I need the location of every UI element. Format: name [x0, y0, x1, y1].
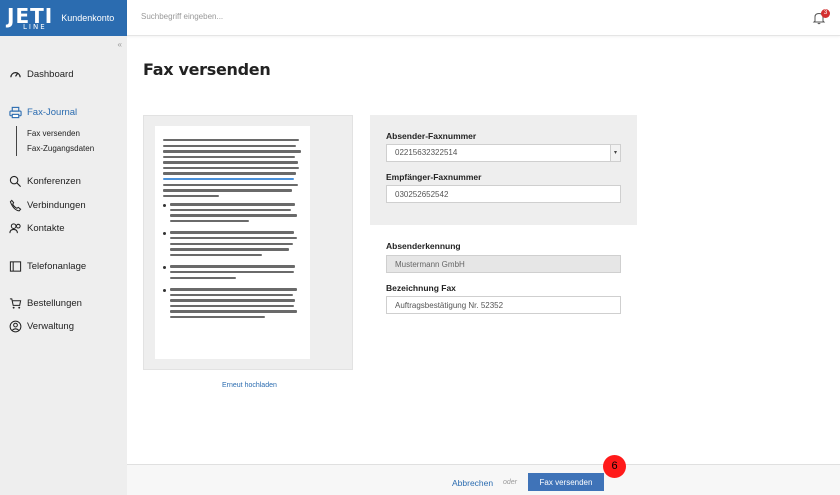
bullet-dot-icon [163, 232, 166, 236]
chevron-down-icon[interactable]: ▾ [610, 145, 620, 161]
document-text-line [163, 166, 300, 170]
sender-id-label: Absenderkennung [386, 241, 461, 251]
bullet-dot-icon [163, 266, 166, 270]
nav-item-orders[interactable]: Bestellungen [8, 296, 82, 310]
admin-user-icon [8, 319, 22, 333]
document-text-line [163, 161, 298, 164]
document-text-line [170, 299, 296, 302]
collapse-sidebar-icon[interactable]: « [118, 40, 122, 49]
document-text-line [170, 310, 297, 313]
page-title: Fax versenden [143, 60, 271, 79]
document-bullet [163, 265, 302, 282]
document-text-line [163, 194, 219, 198]
step-marker: 6 [603, 455, 626, 478]
shopping-cart-icon [8, 296, 22, 310]
nav-item-label: Konferenzen [27, 175, 81, 187]
fax-preview-panel [143, 115, 353, 370]
notification-badge: 3 [821, 9, 830, 18]
sidebar: JETI LINE Kundenkonto « Dashboard Fax-Jo… [0, 0, 127, 495]
document-text-line [170, 276, 236, 279]
sender-fax-select[interactable]: 02215632322514 ▾ [386, 144, 621, 162]
brand-bar: JETI LINE Kundenkonto [0, 0, 127, 36]
bullet-dot-icon [163, 289, 166, 293]
document-text-line [163, 172, 297, 175]
cancel-link[interactable]: Abbrechen [452, 478, 493, 488]
fax-name-label: Bezeichnung Fax [386, 283, 456, 293]
top-bar: 3 [127, 0, 840, 36]
document-text-line [170, 316, 266, 319]
fax-printer-icon [8, 105, 22, 119]
document-text-line [163, 144, 297, 147]
dashboard-gauge-icon [8, 67, 22, 81]
account-label: Kundenkonto [61, 13, 115, 23]
document-text-line [170, 248, 289, 251]
fax-document-thumbnail [155, 126, 310, 359]
document-text-line [163, 139, 300, 142]
sender-fax-label: Absender-Faxnummer [386, 131, 477, 141]
document-text-line [170, 288, 297, 291]
nav-item-label: Telefonanlage [27, 260, 87, 272]
document-bullet [163, 203, 302, 225]
document-header [163, 130, 302, 134]
recipient-fax-label: Empfänger-Faxnummer [386, 172, 482, 182]
document-text-line [170, 208, 292, 212]
nav-item-dashboard[interactable]: Dashboard [8, 67, 73, 81]
document-bullet [163, 231, 302, 259]
phone-system-icon [8, 259, 22, 273]
document-text-line [170, 219, 250, 223]
document-bullet [163, 288, 302, 321]
document-text-line [170, 214, 297, 217]
document-text-line [170, 304, 295, 308]
fax-name-input[interactable] [386, 296, 621, 314]
contacts-users-icon [8, 221, 22, 235]
document-text-line [170, 231, 295, 234]
nav-item-label: Verwaltung [27, 320, 75, 332]
jetiline-logo[interactable]: JETI LINE [7, 6, 53, 31]
nav-item-label: Fax-Journal [27, 106, 78, 118]
document-text-line [170, 270, 295, 274]
document-text-line [163, 183, 298, 187]
sender-id-input [386, 255, 621, 273]
nav-item-admin[interactable]: Verwaltung [8, 319, 74, 333]
action-footer: Abbrechen oder Fax versenden [127, 464, 840, 495]
sidebar-item-fax-send[interactable]: Fax versenden [27, 126, 94, 141]
nav-item-label: Bestellungen [27, 297, 82, 309]
nav-item-connections[interactable]: Verbindungen [8, 198, 86, 212]
document-text-line [163, 178, 294, 181]
nav-item-contacts[interactable]: Kontakte [8, 221, 65, 235]
document-text-line [170, 253, 263, 257]
document-text-line [163, 189, 293, 192]
document-text-line [170, 237, 297, 240]
document-text-line [170, 293, 293, 297]
send-fax-button[interactable]: Fax versenden [528, 473, 604, 491]
sender-fax-value: 02215632322514 [395, 148, 458, 157]
or-separator: oder [503, 479, 518, 486]
nav-item-fax-journal[interactable]: Fax-Journal [8, 105, 77, 119]
nav-item-phone-system[interactable]: Telefonanlage [8, 259, 86, 273]
document-text-line [170, 203, 296, 206]
reupload-link[interactable]: Erneut hochladen [222, 382, 277, 389]
fax-journal-submenu: Fax versenden Fax-Zugangsdaten [16, 126, 94, 156]
bullet-dot-icon [163, 204, 166, 208]
document-text-line [163, 155, 296, 159]
recipient-fax-input[interactable] [386, 185, 621, 203]
nav-item-conferences[interactable]: Konferenzen [8, 174, 81, 188]
document-text-line [170, 265, 296, 268]
sidebar-item-fax-access[interactable]: Fax-Zugangsdaten [27, 141, 94, 156]
nav-item-label: Verbindungen [27, 199, 86, 211]
document-text-line [170, 242, 293, 246]
conference-chat-icon [8, 174, 22, 188]
nav-item-label: Dashboard [27, 68, 74, 80]
nav-item-label: Kontakte [27, 222, 65, 234]
search-input[interactable] [141, 12, 441, 21]
phone-call-icon [8, 198, 22, 212]
document-text-line [163, 150, 301, 153]
